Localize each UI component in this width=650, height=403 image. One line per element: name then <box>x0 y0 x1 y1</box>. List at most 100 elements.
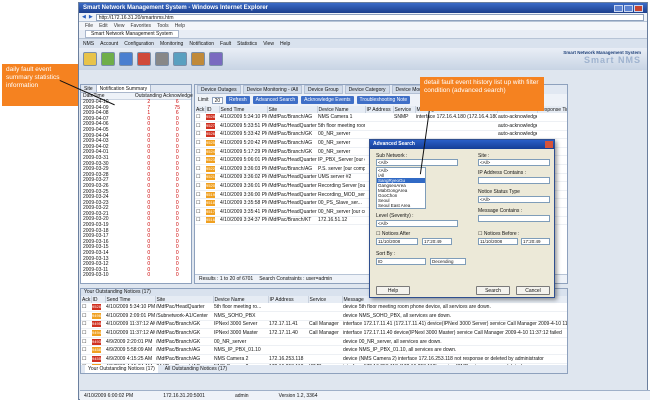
column-header[interactable]: Site <box>155 296 214 303</box>
summary-row[interactable]: 2009-03-10 0 0 <box>81 273 191 279</box>
url-input[interactable]: http://172.16.31.20/smartnms.htm <box>95 13 644 21</box>
notices-after-checkbox[interactable]: ☐ Notices After <box>376 231 410 237</box>
close-button[interactable] <box>634 4 643 12</box>
event-row[interactable]: ☐ 9526 4/10/2009 5:33:42 PM/MdfPac/Branch/… <box>195 130 567 140</box>
app-menu-item[interactable]: View <box>263 41 274 47</box>
alarm-icon[interactable] <box>137 52 151 66</box>
help-button[interactable]: Help <box>376 286 410 295</box>
app-menu-item[interactable]: Fault <box>220 41 231 47</box>
app-menu-item[interactable]: NMS <box>83 41 94 47</box>
search-button[interactable]: Search <box>476 286 510 295</box>
cancel-button[interactable]: Cancel <box>516 286 550 295</box>
ack-checkbox[interactable]: ☐ <box>195 216 205 226</box>
column-header[interactable]: Device Name <box>317 106 366 113</box>
ack-checkbox[interactable]: ☐ <box>195 147 205 157</box>
ack-checkbox[interactable]: ☐ <box>195 155 205 166</box>
browser-menu-item[interactable]: Edit <box>99 23 108 29</box>
tab-notification-summary[interactable]: Notification Summary <box>96 85 152 92</box>
app-menu-item[interactable]: Account <box>100 41 118 47</box>
ack-checkbox[interactable]: ☐ <box>81 311 91 321</box>
ack-checkbox[interactable]: ☐ <box>195 164 205 174</box>
limit-select[interactable]: 20 <box>211 96 224 104</box>
forward-icon[interactable]: ▶ <box>89 14 93 20</box>
notice-row[interactable]: ☐ 9494 4/10/2009 11:37:12 AM/MdfPac/Branch… <box>81 328 567 338</box>
column-header[interactable]: Send Time <box>219 106 268 113</box>
app-menu-item[interactable]: Help <box>280 41 290 47</box>
dialog-close-icon[interactable] <box>545 141 553 148</box>
sort-by-select[interactable]: ID <box>376 258 426 265</box>
level-select[interactable]: <All> <box>376 220 458 227</box>
main-tab[interactable]: Device Monitoring - /All <box>242 85 302 94</box>
acknowledge-events-button[interactable]: Acknowledge Events <box>301 96 354 104</box>
notice-row[interactable]: ☐ 9496 4/10/2009 2:09:01 PM/Subnetwork-A1/… <box>81 311 567 321</box>
tab-your-notices[interactable]: Your Outstanding Notices (17) <box>85 365 158 373</box>
notice-row[interactable]: ☐ 9455 4/9/2009 4:15:25 AM/MdfPac/Branch/A… <box>81 354 567 364</box>
app-menu-item[interactable]: Configuration <box>124 41 154 47</box>
ip-address-input[interactable] <box>478 177 550 184</box>
ack-checkbox[interactable]: ☐ <box>195 121 205 131</box>
app-menu-item[interactable]: Notification <box>189 41 214 47</box>
user-icon[interactable] <box>173 52 187 66</box>
refresh-button[interactable]: Refresh <box>226 96 250 104</box>
report-icon[interactable] <box>191 52 205 66</box>
ack-checkbox[interactable]: ☐ <box>195 138 205 148</box>
event-row[interactable]: ☐ 9527 4/10/2009 5:33:51 PM/MdfPac/HeadQua… <box>195 121 567 131</box>
ack-checkbox[interactable]: ☐ <box>81 345 91 356</box>
network-icon[interactable] <box>119 52 133 66</box>
site-select[interactable]: <All> <box>478 159 550 166</box>
minimize-button[interactable] <box>614 4 623 12</box>
before-time-input[interactable]: 17:20:49 <box>521 238 550 245</box>
main-tab[interactable]: Device Group <box>303 85 343 94</box>
back-icon[interactable]: ◀ <box>82 14 86 20</box>
advanced-search-button[interactable]: Advanced Search <box>252 96 299 104</box>
column-header[interactable]: Send Time <box>105 296 156 303</box>
ack-checkbox[interactable]: ☐ <box>195 207 205 217</box>
home-icon[interactable] <box>83 52 97 66</box>
browser-menu-item[interactable]: View <box>114 23 125 29</box>
notice-status-select[interactable]: <All> <box>478 196 550 203</box>
column-header[interactable]: IP Address <box>268 296 309 303</box>
ack-checkbox[interactable]: ☐ <box>195 173 205 183</box>
main-tab[interactable]: Device Outages <box>197 85 241 94</box>
event-row[interactable]: ☐ 9528 4/10/2009 5:34:10 PM/MdfPac/Branch/… <box>195 113 567 123</box>
ack-checkbox[interactable]: ☐ <box>81 303 91 313</box>
ack-checkbox[interactable]: ☐ <box>195 198 205 209</box>
ack-checkbox[interactable]: ☐ <box>195 113 205 123</box>
ack-checkbox[interactable]: ☐ <box>195 190 205 200</box>
notice-row[interactable]: ☐ 9458 4/9/2009 5:58:09 AM/MdfPac/Branch/A… <box>81 345 567 356</box>
ack-checkbox[interactable]: ☐ <box>81 337 91 347</box>
notice-row[interactable]: ☐ 9528 4/10/2009 5:34:10 PM/MdfPac/HeadQua… <box>81 303 567 313</box>
column-header[interactable]: ID <box>205 106 220 113</box>
sub-network-list[interactable]: <All>/All SangRyeoGu GangseoArea MabGongAre… <box>376 167 426 209</box>
column-header[interactable]: ID <box>91 296 106 303</box>
settings-icon[interactable] <box>209 52 223 66</box>
browser-menu-item[interactable]: Help <box>175 23 185 29</box>
browser-menu-item[interactable]: Favorites <box>130 23 151 29</box>
ack-checkbox[interactable]: ☐ <box>81 320 91 330</box>
notices-before-checkbox[interactable]: ☐ Notices Before : <box>478 231 519 237</box>
maximize-button[interactable] <box>624 4 633 12</box>
column-header[interactable]: Service <box>308 296 343 303</box>
ack-checkbox[interactable]: ☐ <box>195 181 205 191</box>
troubleshooting-note-button[interactable]: Troubleshooting Note <box>356 96 411 104</box>
device-icon[interactable] <box>155 52 169 66</box>
main-tab[interactable]: Device Category <box>344 85 390 94</box>
message-input[interactable] <box>478 215 550 222</box>
ack-checkbox[interactable]: ☐ <box>195 130 205 140</box>
ack-checkbox[interactable]: ☐ <box>81 328 91 338</box>
ack-checkbox[interactable]: ☐ <box>81 354 91 364</box>
map-icon[interactable] <box>101 52 115 66</box>
notice-row[interactable]: ☐ 9493 4/9/2009 2:20:01 PM/MdfPac/Branch/G… <box>81 337 567 347</box>
tab-smart-nms[interactable]: Smart Network Management System <box>85 30 179 38</box>
column-header[interactable]: Service <box>393 106 416 113</box>
notice-row[interactable]: ☐ 9495 4/10/2009 11:37:12 AM/MdfPac/Branch… <box>81 320 567 330</box>
sub-network-option[interactable]: Seoul East Area <box>377 203 425 208</box>
column-header[interactable]: Ack <box>195 106 206 113</box>
browser-menu-item[interactable]: Tools <box>157 23 169 29</box>
sort-order-select[interactable]: Decending <box>430 258 466 265</box>
app-menu-item[interactable]: Monitoring <box>160 41 183 47</box>
column-header[interactable]: Site <box>267 106 318 113</box>
before-date-input[interactable]: 11/10/2008 <box>478 238 518 245</box>
browser-menu-item[interactable]: File <box>85 23 93 29</box>
after-time-input[interactable]: 17:20:49 <box>422 238 452 245</box>
